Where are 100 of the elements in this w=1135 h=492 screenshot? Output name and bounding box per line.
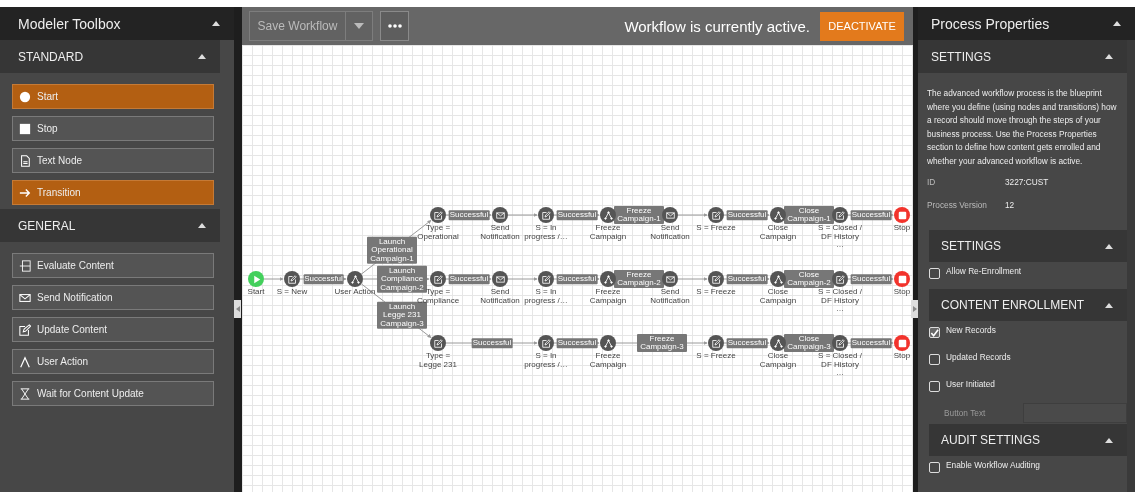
- user-action-node[interactable]: [770, 335, 786, 351]
- collapse-icon[interactable]: [212, 21, 220, 26]
- transition-label[interactable]: Successful: [726, 338, 768, 348]
- notification-node[interactable]: [492, 207, 508, 223]
- collapse-icon[interactable]: [1105, 243, 1113, 249]
- section-header[interactable]: SETTINGS: [918, 40, 1127, 73]
- section-header[interactable]: AUDIT SETTINGS: [929, 424, 1127, 456]
- transition-label[interactable]: Successful: [850, 210, 892, 220]
- node-label: Close Campaign: [758, 288, 798, 305]
- transition-label[interactable]: Freeze Campaign-3: [637, 334, 687, 352]
- pencil-square-icon: [711, 338, 721, 348]
- section-header[interactable]: GENERAL: [0, 209, 220, 242]
- update-node[interactable]: [708, 207, 724, 223]
- node-label: Start: [247, 288, 265, 297]
- section-header[interactable]: SETTINGS: [929, 230, 1127, 262]
- node-label: Type = Operational: [416, 224, 460, 241]
- start-node[interactable]: [248, 271, 264, 287]
- collapse-icon[interactable]: [1113, 21, 1121, 26]
- transition-arrow[interactable]: [507, 213, 538, 217]
- transition-label[interactable]: Close Campaign-3: [784, 334, 834, 352]
- update-node[interactable]: [430, 335, 446, 351]
- update-node[interactable]: [832, 271, 848, 287]
- status-text: Workflow is currently active.: [624, 17, 810, 35]
- transition-label[interactable]: Launch Legge 231 Campaign-3: [377, 302, 427, 329]
- notification-node[interactable]: [492, 271, 508, 287]
- checkbox[interactable]: [929, 327, 940, 338]
- transition-label[interactable]: Successful: [556, 210, 598, 220]
- toolbox-item[interactable]: User Action: [12, 349, 214, 374]
- transition-label[interactable]: Close Campaign-2: [784, 270, 834, 288]
- update-node[interactable]: [430, 207, 446, 223]
- checkbox[interactable]: [929, 354, 940, 365]
- collapse-icon[interactable]: [198, 54, 206, 59]
- transition-label[interactable]: Launch Operational Campaign-1: [367, 237, 417, 264]
- transition-label[interactable]: Successful: [556, 338, 598, 348]
- update-node[interactable]: [708, 271, 724, 287]
- checkbox[interactable]: [929, 381, 940, 392]
- update-node[interactable]: [430, 271, 446, 287]
- hourglass-icon: [19, 387, 31, 400]
- transition-label[interactable]: Successful: [850, 274, 892, 284]
- update-node[interactable]: [832, 207, 848, 223]
- toolbox-item[interactable]: Send Notification: [12, 285, 214, 310]
- transition-label[interactable]: Freeze Campaign-2: [614, 270, 664, 288]
- deactivate-button[interactable]: DEACTIVATE: [820, 11, 904, 41]
- notification-node[interactable]: [662, 271, 678, 287]
- transition-label[interactable]: Successful: [726, 274, 768, 284]
- panel-title: Process Properties: [931, 15, 1050, 32]
- notification-node[interactable]: [662, 207, 678, 223]
- toolbox-item[interactable]: Update Content: [12, 317, 214, 342]
- node-label: S = Closed / DF History …: [818, 288, 862, 314]
- more-button[interactable]: [380, 11, 409, 41]
- collapse-icon[interactable]: [1105, 54, 1113, 59]
- user-action-node[interactable]: [347, 271, 363, 287]
- pencil-square-icon: [287, 274, 297, 284]
- transition-label[interactable]: Successful: [448, 210, 490, 220]
- toolbox-item[interactable]: Transition: [12, 180, 214, 205]
- branch-icon: [773, 338, 783, 348]
- toolbox-item[interactable]: Wait for Content Update: [12, 381, 214, 406]
- node-label: Send Notification: [649, 288, 691, 305]
- user-action-node[interactable]: [600, 335, 616, 351]
- toolbox-item[interactable]: Evaluate Content: [12, 253, 214, 278]
- envelope-icon: [665, 274, 675, 284]
- section-title: SETTINGS: [941, 239, 1001, 253]
- collapse-icon[interactable]: [1105, 437, 1113, 443]
- checkbox[interactable]: [929, 268, 940, 279]
- toolbox-item[interactable]: Start: [12, 84, 214, 109]
- update-node[interactable]: [538, 207, 554, 223]
- user-action-node[interactable]: [600, 207, 616, 223]
- toolbox-item[interactable]: Text Node: [12, 148, 214, 173]
- collapse-icon[interactable]: [1105, 302, 1113, 308]
- update-node[interactable]: [708, 335, 724, 351]
- transition-label[interactable]: Successful: [556, 274, 598, 284]
- user-action-node[interactable]: [770, 207, 786, 223]
- transition-label[interactable]: Close Campaign-1: [784, 206, 834, 224]
- transition-label[interactable]: Freeze Campaign-1: [614, 206, 664, 224]
- transition-label[interactable]: Launch Compliance Campaign-2: [377, 265, 427, 293]
- update-node[interactable]: [538, 335, 554, 351]
- stop-node[interactable]: [894, 335, 910, 351]
- checkbox-label: User Initiated: [946, 379, 995, 389]
- transition-label[interactable]: Successful: [850, 338, 892, 348]
- user-action-node[interactable]: [600, 271, 616, 287]
- toolbox-item[interactable]: Stop: [12, 116, 214, 141]
- transition-label[interactable]: Successful: [303, 274, 344, 284]
- transition-label[interactable]: Successful: [448, 274, 490, 284]
- transition-label[interactable]: Successful: [726, 210, 768, 220]
- update-node[interactable]: [832, 335, 848, 351]
- transition-label[interactable]: Successful: [471, 338, 513, 348]
- checkbox[interactable]: [929, 462, 940, 473]
- update-node[interactable]: [284, 271, 300, 287]
- collapse-icon[interactable]: [198, 223, 206, 228]
- branch-icon: [603, 210, 613, 220]
- user-action-node[interactable]: [770, 271, 786, 287]
- section-header[interactable]: CONTENT ENROLLMENT: [929, 289, 1127, 321]
- stop-node[interactable]: [894, 271, 910, 287]
- dropdown-button[interactable]: [346, 12, 372, 40]
- save-button[interactable]: Save Workflow: [250, 12, 346, 40]
- pencil-square-icon: [433, 210, 443, 220]
- section-header[interactable]: STANDARD: [0, 40, 220, 73]
- transition-arrow[interactable]: [677, 213, 708, 217]
- stop-node[interactable]: [894, 207, 910, 223]
- update-node[interactable]: [538, 271, 554, 287]
